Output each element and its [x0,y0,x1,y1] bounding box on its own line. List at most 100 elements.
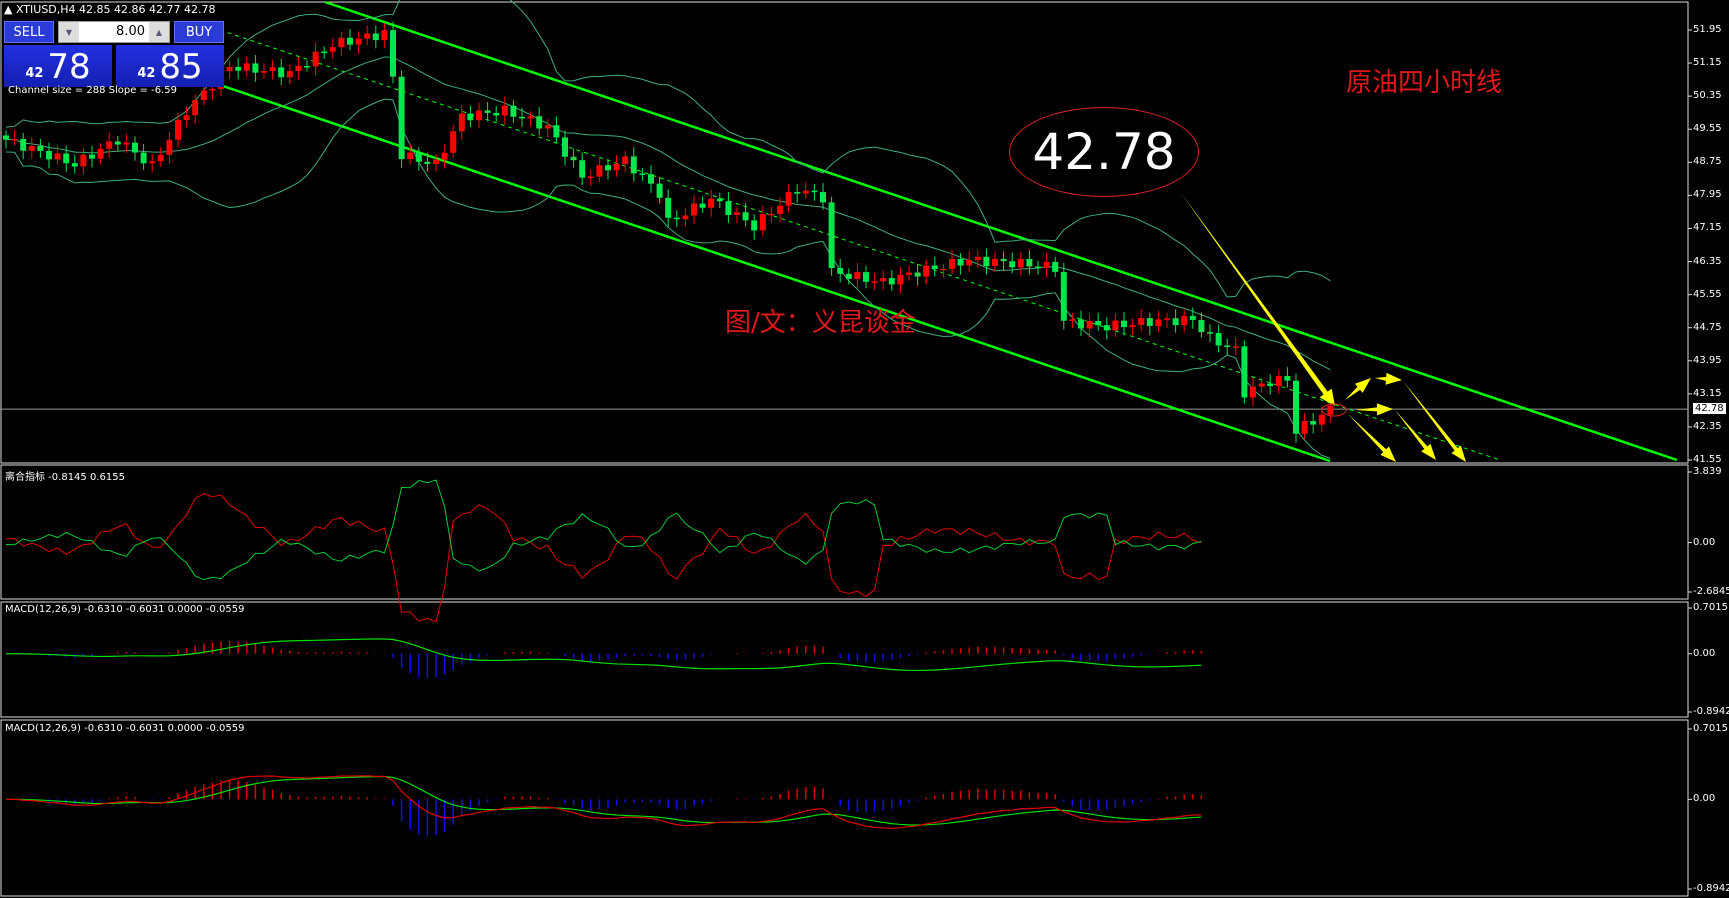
lot-size-value[interactable]: 8.00 [116,24,145,39]
lot-size-field[interactable]: ▼ 8.00 ▲ [58,21,170,43]
candle-body [648,174,654,184]
candle-body [1095,321,1102,326]
candle-body [97,148,104,159]
candle-body [579,160,586,178]
axis-tick-label: 0.00 [1693,647,1716,659]
candle-body [312,51,319,67]
candle-body [20,138,27,151]
axis-tick-label: 3.839 [1693,466,1722,477]
forecast-arrow [1345,378,1371,400]
candle-body [682,215,689,220]
candle-body [183,115,190,121]
price-tick-label: 49.55 [1693,123,1722,135]
candle-body [828,202,835,269]
candle-body [1293,380,1299,434]
candle-body [914,272,921,277]
candle-body [519,116,525,119]
sell-price-prefix: 42 [25,66,44,81]
candle-body [1207,332,1213,334]
price-tick-label: 46.35 [1693,255,1722,267]
one-click-trade-panel: SELL ▼ 8.00 ▲ BUY 42 78 42 85 [4,21,224,87]
panel-frame [0,601,1689,718]
candle-body [630,156,637,174]
price-tick-label: 44.75 [1693,321,1722,333]
candle-body [845,273,852,279]
candle-body [1017,258,1024,268]
candle-body [123,142,130,145]
indicator1-values: -0.8145 0.6155 [48,472,125,483]
candle-body [863,272,869,282]
candle-body [1052,261,1059,272]
lot-decrease-button[interactable]: ▼ [59,22,79,42]
ohlc-label: 42.85 42.86 42.77 42.78 [79,3,216,16]
candle-body [587,176,594,179]
candle-body [1155,319,1162,327]
price-marker-circle [1321,403,1347,417]
candle-body [983,256,990,267]
candle-body [742,212,749,221]
candle-body [175,120,181,140]
candle-body [1301,421,1308,434]
candle-body [1267,383,1274,387]
candle-body [467,113,474,121]
candle-body [510,105,517,117]
candle-body [3,135,9,140]
candle-body [656,183,663,198]
candle-body [1121,320,1127,328]
candle-body [777,205,783,214]
candle-body [553,125,560,138]
price-tick-label: 43.15 [1693,387,1722,399]
sell-button[interactable]: SELL [4,21,54,43]
candle-body [837,268,844,274]
credit-annotation: 图/文：义昆谈金 [725,308,916,338]
candle-body [1069,319,1076,321]
buy-button[interactable]: BUY [174,21,224,43]
candle-body [71,163,78,167]
candle-body [1284,376,1291,381]
candle-body [708,198,715,208]
candle-body [261,70,267,73]
price-tick-label: 51.15 [1693,57,1722,69]
candle-body [966,259,973,266]
candle-body [304,65,310,68]
buy-price-prefix: 42 [137,66,156,81]
candle-body [811,190,818,193]
macd1-label: MACD(12,26,9) -0.6310 -0.6031 0.0000 -0.… [5,604,245,615]
price-chart[interactable] [0,0,1729,898]
sell-price[interactable]: 42 78 [4,45,112,87]
candle-body [880,278,887,282]
candle-body [1043,261,1050,268]
candle-body [716,198,723,202]
candle-body [1000,258,1007,262]
candle-body [1318,414,1325,425]
price-tick-label: 43.95 [1693,354,1722,366]
axis-tick-label: 0.7015 [1693,723,1728,734]
symbol-label: XTIUSD,H4 [15,3,76,16]
candle-body [200,90,207,101]
candle-body [166,139,173,155]
lot-increase-button[interactable]: ▲ [149,22,169,42]
candle-body [854,272,861,279]
sell-price-big: 78 [47,47,91,87]
candle-body [493,112,500,116]
candle-body [673,217,680,220]
candle-body [759,214,766,231]
candle-body [1310,421,1317,425]
candle-body [1181,315,1188,326]
candle-body [1086,321,1093,329]
forecast-arrow [1348,414,1396,462]
candle-body [527,116,534,119]
candle-body [355,38,362,45]
buy-price-big: 85 [159,47,203,87]
macd2-main-line [5,775,1202,829]
candle-body [441,152,448,160]
price-tick-label: 41.55 [1693,454,1722,466]
candle-body [1275,376,1282,387]
candle-body [949,258,955,269]
axis-tick-label: -2.6845 [1693,586,1729,597]
buy-price[interactable]: 42 85 [116,45,224,87]
candle-body [390,30,396,77]
forecast-arrow [1395,410,1436,460]
candle-body [1250,386,1256,398]
candle-body [1112,320,1119,331]
